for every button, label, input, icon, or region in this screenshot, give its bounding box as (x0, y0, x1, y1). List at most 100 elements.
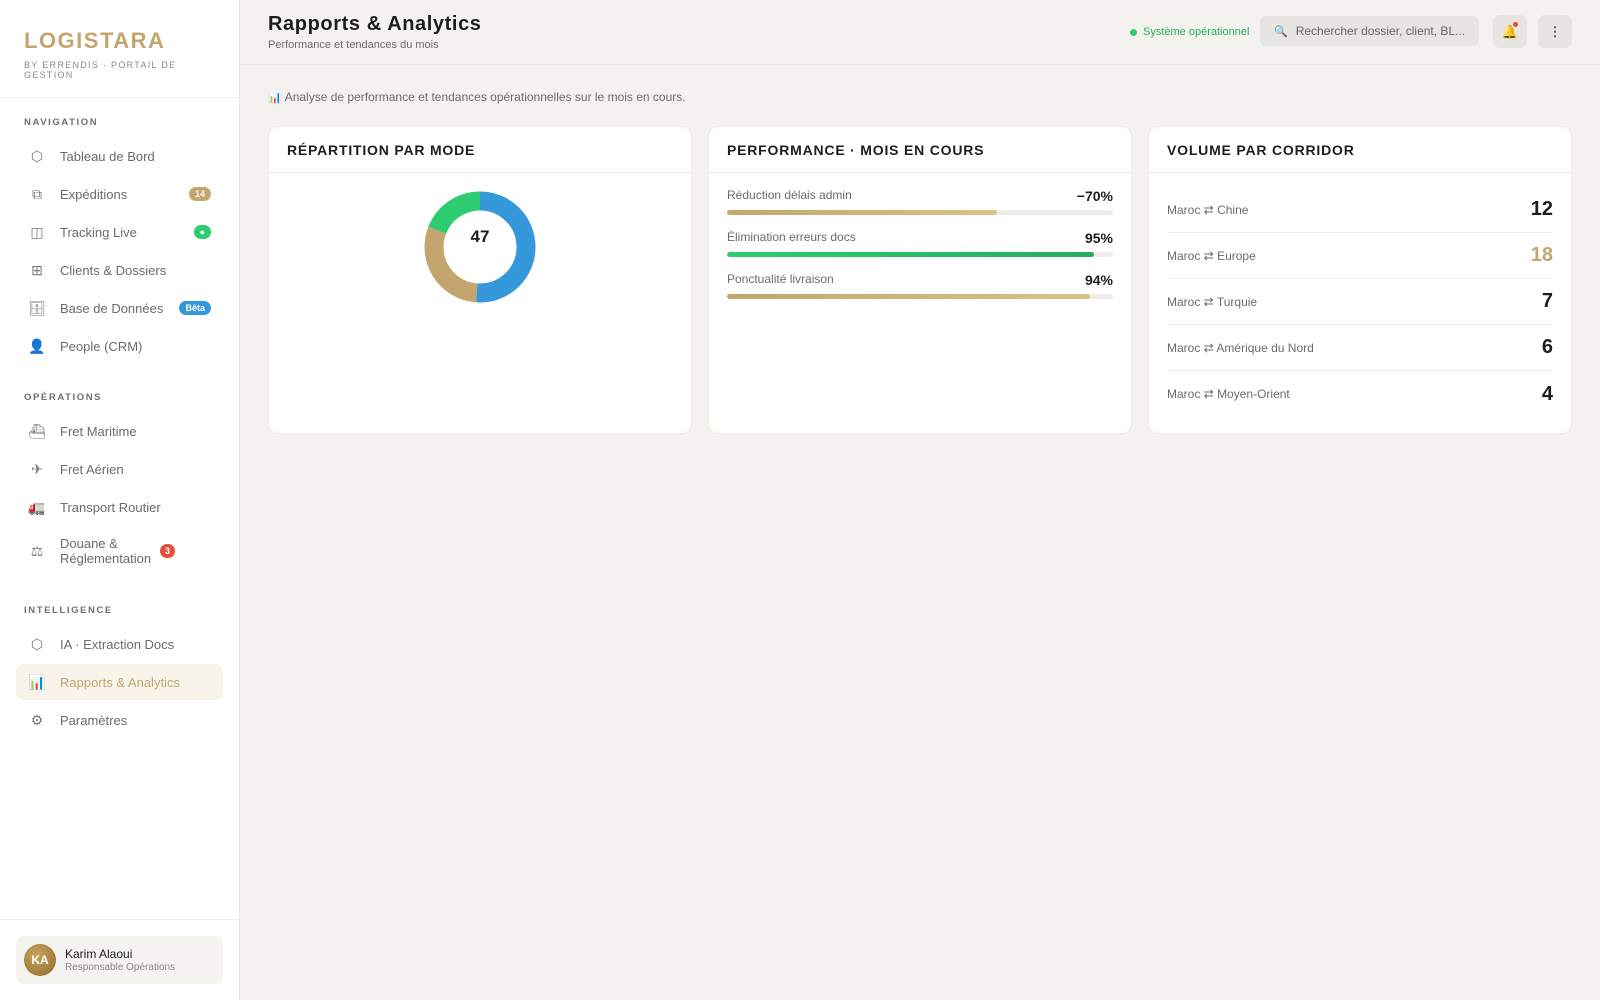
corridor-value: 7 (1541, 290, 1553, 312)
sidebar-item-clients[interactable]: ⊞ Clients & Dossiers (16, 252, 223, 288)
list-item[interactable]: Maroc ⇄ Chine 12 (1167, 187, 1553, 233)
sidebar-item-customs[interactable]: ⚖ Douane & Réglementation 3 (16, 527, 223, 575)
sidebar-item-reports[interactable]: 📊 Rapports & Analytics (16, 664, 223, 700)
card-title: VOLUME PAR CORRIDOR (1149, 127, 1571, 173)
perf-label: Élimination erreurs docs (727, 230, 856, 244)
sidebar-item-label: IA · Extraction Docs (60, 636, 175, 652)
progress-fill (727, 252, 1094, 257)
beta-badge: Bêta (179, 301, 211, 315)
corridor-label: Maroc ⇄ Europe (1167, 248, 1256, 263)
search-input[interactable] (1295, 24, 1465, 38)
page-subtitle: Performance et tendances du mois (268, 39, 439, 51)
donut-svg (424, 191, 536, 303)
intro-label: Analyse de performance et tendances opér… (284, 90, 686, 104)
more-menu-button[interactable]: ⋮ (1538, 15, 1572, 48)
list-item[interactable]: Maroc ⇄ Europe 18 (1167, 233, 1553, 279)
progress-fill (727, 210, 998, 215)
truck-icon: 🚛 (28, 498, 46, 515)
hexagon-icon: ⬡ (30, 147, 44, 164)
person-icon: 👤 (28, 337, 46, 354)
grid-icon: ⊞ (31, 261, 43, 278)
perf-value: −70% (1076, 188, 1113, 204)
progress-track (727, 252, 1113, 257)
mode-distribution-card: RÉPARTITION PAR MODE 47 (268, 126, 692, 434)
sidebar-item-label: Clients & Dossiers (60, 262, 167, 278)
intro-text: 📊 Analyse de performance et tendances opé… (268, 90, 686, 104)
nav-section-navigation: NAVIGATION ⬡ Tableau de Bord ⧉ Expéditio… (0, 117, 239, 364)
brand-logo[interactable]: LOGISTARA (24, 28, 215, 54)
corridor-label: Maroc ⇄ Amérique du Nord (1167, 340, 1314, 355)
sidebar-item-database[interactable]: 🗄 Base de Données Bêta (16, 290, 223, 326)
status-dot-icon (1130, 28, 1137, 36)
bar-chart-icon: 📊 (268, 92, 282, 104)
ship-icon: ⛴ (28, 422, 46, 439)
sidebar-item-label: Paramètres (60, 712, 128, 728)
database-icon: 🗄 (28, 299, 46, 316)
card-title: RÉPARTITION PAR MODE (269, 127, 691, 173)
perf-label: Ponctualité livraison (727, 272, 834, 286)
perf-label: Réduction délais admin (727, 188, 852, 202)
section-title-intelligence: INTELLIGENCE (24, 605, 113, 616)
corridor-list: Maroc ⇄ Chine 12 Maroc ⇄ Europe 18 Maroc… (1167, 187, 1553, 417)
alert-badge: 3 (160, 544, 176, 558)
perf-value: 95% (1084, 230, 1113, 246)
nav-section-operations: OPÉRATIONS ⛴ Fret Maritime ✈ Fret Aérien… (0, 392, 239, 575)
corridor-volume-card: VOLUME PAR CORRIDOR Maroc ⇄ Chine 12 Mar… (1148, 126, 1572, 434)
sidebar-item-label: Fret Maritime (60, 423, 137, 439)
progress-fill (727, 294, 1090, 299)
sidebar-item-sea-freight[interactable]: ⛴ Fret Maritime (16, 413, 223, 449)
avatar: KA (24, 944, 56, 976)
notifications-button[interactable]: 🔔 (1493, 15, 1527, 48)
performance-card: PERFORMANCE · MOIS EN COURS Réduction dé… (708, 126, 1132, 434)
section-title-operations: OPÉRATIONS (24, 392, 103, 403)
brand-subtitle: BY ERRENDIS · PORTAIL DE GESTION (24, 60, 177, 80)
nav-section-intelligence: INTELLIGENCE ⬡ IA · Extraction Docs 📊 Ra… (0, 605, 239, 738)
search-box[interactable]: 🔍 (1260, 16, 1479, 46)
corridor-value: 6 (1541, 336, 1553, 358)
corridor-label: Maroc ⇄ Chine (1167, 202, 1249, 217)
sidebar-item-label: Rapports & Analytics (60, 674, 180, 690)
sidebar-item-air-freight[interactable]: ✈ Fret Aérien (16, 451, 223, 487)
sidebar-item-label: Tracking Live (60, 224, 137, 240)
gear-icon: ⚙ (30, 711, 44, 728)
user-profile-card[interactable]: KA Karim Alaoui Responsable Opérations (16, 936, 223, 984)
sidebar-item-settings[interactable]: ⚙ Paramètres (16, 702, 223, 738)
count-badge: 14 (188, 187, 211, 201)
list-item[interactable]: Maroc ⇄ Amérique du Nord 6 (1167, 325, 1553, 371)
kebab-menu-icon: ⋮ (1548, 23, 1562, 39)
sidebar-item-tracking-live[interactable]: ◫ Tracking Live ● (16, 214, 223, 250)
layers-icon: ⧉ (32, 185, 42, 202)
sidebar: LOGISTARA BY ERRENDIS · PORTAIL DE GESTI… (0, 0, 240, 1000)
corridor-label: Maroc ⇄ Moyen-Orient (1167, 387, 1290, 401)
sidebar-item-label: Douane & Réglementation (60, 536, 152, 566)
list-item[interactable]: Maroc ⇄ Turquie 7 (1167, 279, 1553, 325)
sidebar-item-label: People (CRM) (60, 338, 143, 354)
user-role: Responsable Opérations (65, 962, 176, 973)
perf-value: 94% (1084, 272, 1113, 288)
donut-total: 47 (470, 227, 490, 246)
hexagon-icon: ⬡ (30, 635, 44, 652)
sidebar-item-label: Fret Aérien (60, 461, 124, 477)
sidebar-item-ai-extraction[interactable]: ⬡ IA · Extraction Docs (16, 626, 223, 662)
page-title: Rapports & Analytics (268, 13, 482, 35)
sidebar-item-people[interactable]: 👤 People (CRM) (16, 328, 223, 364)
progress-track (727, 210, 1113, 215)
sidebar-item-expeditions[interactable]: ⧉ Expéditions 14 (16, 176, 223, 212)
corridor-value: 12 (1530, 198, 1553, 220)
sidebar-divider (0, 919, 239, 920)
section-title-navigation: NAVIGATION (24, 117, 99, 128)
sidebar-item-dashboard[interactable]: ⬡ Tableau de Bord (16, 138, 223, 174)
user-name: Karim Alaoui (65, 947, 133, 961)
sidebar-item-label: Transport Routier (60, 499, 161, 515)
live-badge: ● (193, 225, 211, 239)
sidebar-item-label: Tableau de Bord (60, 148, 155, 164)
sidebar-item-label: Base de Données (60, 300, 164, 316)
map-icon: ◫ (30, 223, 44, 240)
sidebar-item-label: Expéditions (60, 186, 128, 202)
sidebar-item-road-transport[interactable]: 🚛 Transport Routier (16, 489, 223, 525)
scales-icon: ⚖ (30, 542, 44, 559)
corridor-label: Maroc ⇄ Turquie (1167, 294, 1258, 309)
card-title: PERFORMANCE · MOIS EN COURS (709, 127, 1131, 173)
list-item[interactable]: Maroc ⇄ Moyen-Orient 4 (1167, 371, 1553, 417)
brand: LOGISTARA BY ERRENDIS · PORTAIL DE GESTI… (0, 0, 239, 98)
